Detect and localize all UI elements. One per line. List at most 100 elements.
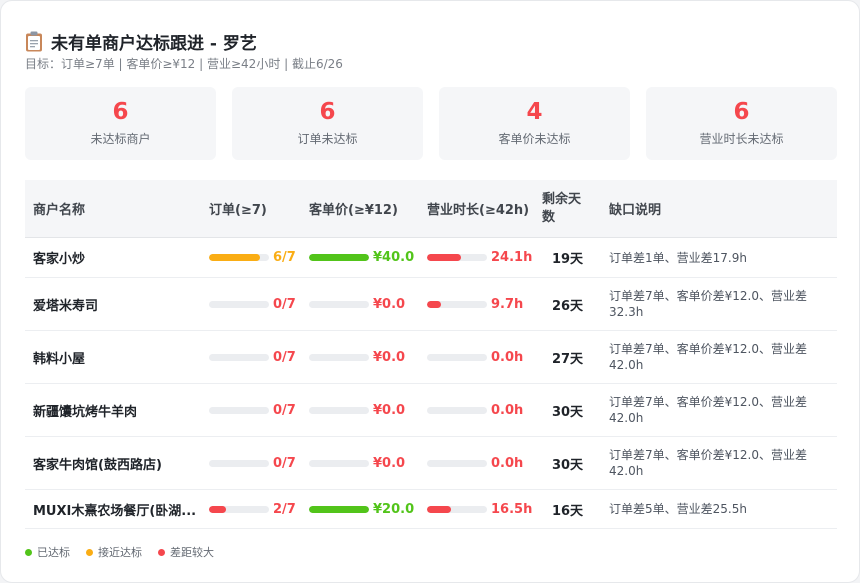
price-progress-cell: ¥0.0	[302, 403, 420, 418]
price-progress-bar	[309, 254, 369, 261]
table-header: 商户名称 订单(≥7) 客单价(≥¥12) 营业时长(≥42h) 剩余天 数 缺…	[25, 180, 837, 238]
hours-progress-bar	[427, 459, 487, 467]
stat-card-hours: 6 营业时长未达标	[646, 87, 837, 160]
merchant-name: 客家小炒	[33, 252, 86, 267]
price-progress-cell: ¥40.0	[302, 250, 420, 265]
gap-note: 订单差7单、客单价差¥12.0、营业差32.3h	[609, 289, 807, 319]
price-progress-fill	[309, 505, 369, 513]
price-progress-cell: ¥0.0	[302, 456, 420, 471]
remaining-days: 27天	[551, 351, 584, 367]
gap-note: 订单差7单、客单价差¥12.0、营业差42.0h	[609, 448, 807, 478]
orders-progress-cell: 0/7	[201, 403, 302, 418]
hours-progress-fill	[427, 300, 441, 308]
remaining-days: 30天	[551, 404, 584, 420]
hours-progress-cell: 24.1h	[420, 250, 534, 265]
price-progress-value: ¥0.0	[373, 402, 406, 418]
price-progress-value: ¥20.0	[373, 501, 415, 517]
orders-progress-cell: 0/7	[201, 350, 302, 365]
legend-dot	[158, 548, 165, 556]
orders-progress-bar	[209, 459, 269, 467]
orders-progress-bar	[209, 300, 269, 308]
orders-progress-value: 0/7	[273, 296, 296, 312]
orders-progress-value: 2/7	[273, 501, 296, 517]
header-hours: 营业时长(≥42h)	[427, 203, 530, 218]
header-days-line1: 剩余天	[542, 191, 582, 207]
remaining-days: 30天	[551, 457, 584, 473]
stat-value: 6	[733, 99, 750, 125]
legend-item-ok: 已达标	[25, 544, 70, 560]
table-row: 客家小炒 6/7 ¥40.0 24.1h 19天 订单差1单、营业差17.9h	[25, 238, 837, 278]
stat-value: 4	[526, 99, 543, 125]
merchant-name: MUXI木熹农场餐厅(卧湖...	[33, 503, 197, 519]
remaining-days: 26天	[551, 298, 584, 314]
price-progress-fill	[309, 254, 369, 261]
orders-progress-bar	[209, 406, 269, 414]
orders-progress-bar	[209, 505, 269, 513]
hours-progress-bar	[427, 353, 487, 361]
price-progress-cell: ¥0.0	[302, 297, 420, 312]
stat-card-unqualified: 6 未达标商户	[25, 87, 216, 160]
merchant-name: 客家牛肉馆(鼓西路店)	[33, 457, 162, 473]
price-progress-bar	[309, 459, 369, 467]
stats-row: 6 未达标商户 6 订单未达标 4 客单价未达标 6 营业时长未达标	[25, 87, 837, 160]
gap-note: 订单差1单、营业差17.9h	[609, 250, 747, 265]
hours-progress-bar	[427, 300, 487, 308]
orders-progress-value: 0/7	[273, 402, 296, 418]
header-days-line2: 数	[542, 209, 556, 225]
stat-value: 6	[319, 99, 336, 125]
legend-item-near: 接近达标	[86, 544, 142, 560]
merchant-name: 爱塔米寿司	[33, 298, 99, 314]
table-row: 客家牛肉馆(鼓西路店) 0/7 ¥0.0 0.0h 30天 订单差7单、客单价差¥12.0…	[25, 437, 837, 490]
page-title: 未有单商户达标跟进 - 罗艺	[25, 29, 257, 54]
table-row: MUXI木熹农场餐厅(卧湖... 2/7 ¥20.0 16.5h 16天 订单差5单、营业…	[25, 490, 837, 529]
gap-note: 订单差5单、营业差25.5h	[609, 502, 747, 516]
hours-progress-value: 0.0h	[491, 349, 524, 365]
target-subtitle: 目标：订单≥7单 | 客单价≥¥12 | 营业≥42小时 | 截止6/26	[25, 57, 343, 71]
stat-label: 客单价未达标	[498, 132, 571, 146]
orders-progress-value: 0/7	[273, 349, 296, 365]
orders-progress-bar	[209, 353, 269, 361]
clipboard-icon	[26, 31, 42, 52]
price-progress-bar	[309, 300, 369, 308]
orders-progress-cell: 0/7	[201, 297, 302, 312]
price-progress-value: ¥0.0	[373, 455, 406, 471]
gap-note: 订单差7单、客单价差¥12.0、营业差42.0h	[609, 395, 807, 425]
stat-label: 营业时长未达标	[699, 132, 784, 146]
hours-progress-cell: 0.0h	[420, 456, 534, 471]
stat-label: 未达标商户	[90, 132, 151, 146]
merchant-name: 韩料小屋	[33, 351, 86, 367]
price-progress-value: ¥0.0	[373, 296, 406, 312]
orders-progress-bar	[209, 254, 269, 261]
hours-progress-value: 9.7h	[491, 296, 524, 312]
orders-progress-value: 6/7	[273, 250, 296, 265]
price-progress-bar	[309, 353, 369, 361]
orders-progress-cell: 0/7	[201, 456, 302, 471]
remaining-days: 19天	[551, 252, 584, 267]
price-progress-value: ¥40.0	[373, 250, 415, 265]
legend-dot	[86, 548, 93, 556]
orders-progress-value: 0/7	[273, 455, 296, 471]
hours-progress-value: 0.0h	[491, 402, 524, 418]
gap-note: 订单差7单、客单价差¥12.0、营业差42.0h	[609, 342, 807, 372]
header-orders: 订单(≥7)	[209, 203, 267, 218]
price-progress-bar	[309, 406, 369, 414]
legend-label: 已达标	[37, 546, 70, 559]
hours-progress-cell: 0.0h	[420, 403, 534, 418]
merchant-table: 商户名称 订单(≥7) 客单价(≥¥12) 营业时长(≥42h) 剩余天 数 缺…	[25, 180, 837, 529]
hours-progress-cell: 9.7h	[420, 297, 534, 312]
hours-progress-value: 24.1h	[491, 250, 533, 265]
stat-value: 6	[112, 99, 129, 125]
page-title-text: 未有单商户达标跟进 - 罗艺	[51, 34, 257, 54]
orders-progress-fill	[209, 505, 227, 513]
legend-item-bad: 差距较大	[158, 544, 214, 560]
hours-progress-fill	[427, 254, 462, 261]
header-price: 客单价(≥¥12)	[309, 203, 398, 218]
price-progress-value: ¥0.0	[373, 349, 406, 365]
price-progress-bar	[309, 505, 369, 513]
table-body: 客家小炒 6/7 ¥40.0 24.1h 19天 订单差1单、营业差17.9h 爱塔米寿司 0…	[25, 238, 837, 529]
orders-progress-cell: 6/7	[201, 250, 302, 265]
table-row: 韩料小屋 0/7 ¥0.0 0.0h 27天 订单差7单、客单价差¥12.0、营业差42.…	[25, 331, 837, 384]
hours-progress-value: 16.5h	[491, 501, 533, 517]
stat-label: 订单未达标	[297, 132, 358, 146]
hours-progress-bar	[427, 505, 487, 513]
